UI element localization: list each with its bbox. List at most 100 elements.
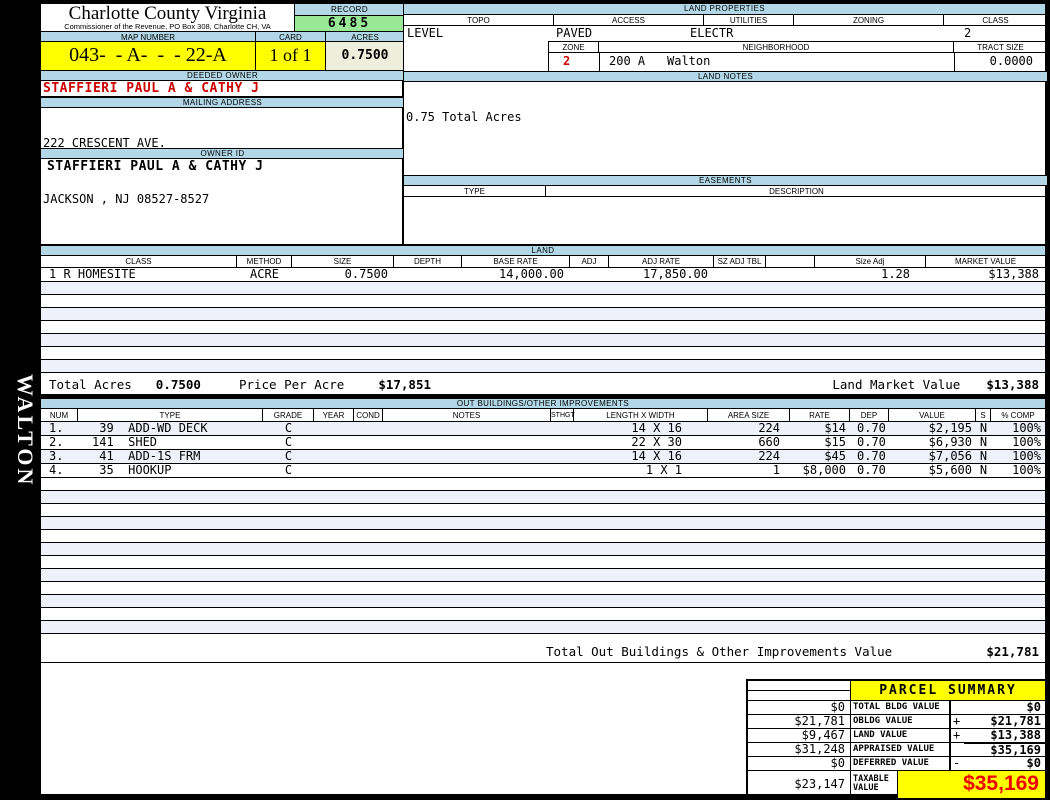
land-notes-title: LAND NOTES bbox=[404, 71, 1047, 82]
land-adj-rate: 17,850.00 bbox=[642, 268, 708, 281]
ob-dep: 0.70 bbox=[857, 421, 886, 435]
utilities-label: UTILITIES bbox=[704, 15, 794, 25]
divider bbox=[599, 53, 600, 72]
ps-value: $0 bbox=[1026, 756, 1041, 770]
col-length-width: LENGTH X WIDTH bbox=[574, 409, 708, 421]
col-size-adj: Size Adj bbox=[815, 256, 926, 267]
parcel-summary-row: $9,467 LAND VALUE + $13,388 bbox=[748, 729, 1045, 743]
zone-label: ZONE bbox=[549, 42, 599, 52]
ob-sthgt bbox=[551, 464, 574, 477]
parcel-summary-row: $0 DEFERRED VALUE - $0 bbox=[748, 757, 1045, 771]
card-label: CARD bbox=[256, 32, 326, 42]
ps-value: $35,169 bbox=[964, 743, 1045, 757]
map-header-row: MAP NUMBER CARD ACRES bbox=[41, 31, 404, 42]
ps-prior: $31,248 bbox=[748, 743, 851, 756]
ob-s-flag: N bbox=[979, 463, 988, 477]
outbuilding-row: 1. 39 ADD-WD DECK C 14 X 16 224 $14 0.70 $2,19… bbox=[41, 422, 1045, 436]
ps-label: APPRAISED VALUE bbox=[851, 743, 951, 756]
topo-value: LEVEL bbox=[407, 26, 444, 40]
ob-dep: 0.70 bbox=[857, 463, 886, 477]
land-data-row: 1 R HOMESITE ACRE 0.7500 14,000.00 17,85… bbox=[41, 268, 1045, 282]
ob-dims: 14 X 16 bbox=[631, 421, 682, 435]
easement-type-label: TYPE bbox=[404, 186, 546, 196]
ob-rate: $15 bbox=[824, 435, 846, 449]
ob-year bbox=[314, 450, 354, 463]
ob-sthgt bbox=[551, 450, 574, 463]
col-year: YEAR bbox=[314, 409, 354, 421]
land-notes-area: 0.75 Total Acres bbox=[404, 82, 1047, 175]
col-adj: ADJ bbox=[570, 256, 609, 267]
tract-size-label: TRACT SIZE bbox=[977, 43, 1024, 52]
ps-prior: $9,467 bbox=[748, 729, 851, 742]
ob-rate: $45 bbox=[824, 449, 846, 463]
ob-s-flag: N bbox=[979, 449, 988, 463]
zone-value: 2 bbox=[563, 54, 571, 68]
ob-type: 41 ADD-1S FRM bbox=[92, 449, 201, 463]
parcel-summary: PARCEL SUMMARY $0 TOTAL BLDG VALUE $0 $21,7… bbox=[746, 679, 1047, 798]
ps-label: DEFERRED VALUE bbox=[851, 757, 951, 770]
land-title: LAND bbox=[41, 246, 1045, 256]
ob-area: 1 bbox=[772, 463, 780, 477]
land-method: ACRE bbox=[250, 268, 279, 281]
owner-id-value: STAFFIERI PAUL A & CATHY J bbox=[47, 159, 264, 174]
ps-op bbox=[951, 743, 964, 756]
ob-year bbox=[314, 422, 354, 435]
access-label: ACCESS bbox=[554, 15, 704, 25]
land-notes-text: 0.75 Total Acres bbox=[406, 110, 522, 124]
outbuilding-row: 2. 141 SHED C 22 X 30 660 $15 0.70 $6,930 N 100% bbox=[41, 436, 1045, 450]
mailing-address-label: MAILING ADDRESS bbox=[41, 97, 404, 108]
taxable-value-row: $23,147 TAXABLE VALUE $35,169 bbox=[748, 771, 1045, 798]
easements-header-row: TYPE DESCRIPTION bbox=[404, 186, 1047, 197]
outbuildings-total-row: Total Out Buildings & Other Improvements… bbox=[41, 641, 1045, 663]
record-label: RECORD bbox=[295, 4, 404, 16]
ob-dep: 0.70 bbox=[857, 435, 886, 449]
ob-value: $7,056 bbox=[928, 449, 972, 463]
topo-label: TOPO bbox=[404, 15, 554, 25]
ps-value: $21,781 bbox=[990, 714, 1041, 728]
land-depth bbox=[394, 268, 462, 281]
ob-grade: C bbox=[284, 463, 293, 477]
deeded-owner-label: DEEDED OWNER bbox=[41, 70, 404, 81]
outbuildings-section: OUT BUILDINGS/OTHER IMPROVEMENTS NUM TYP… bbox=[40, 398, 1047, 798]
county-title: Charlotte County Virginia bbox=[68, 3, 267, 24]
price-per-acre-label: Price Per Acre bbox=[238, 377, 345, 392]
owner-card: Charlotte County Virginia Commissioner o… bbox=[40, 3, 404, 245]
ob-num: 3. bbox=[49, 449, 64, 463]
ob-num: 1. bbox=[49, 421, 64, 435]
parcel-summary-row: $31,248 APPRAISED VALUE $35,169 bbox=[748, 743, 1045, 757]
record-value: 6485 bbox=[295, 16, 404, 31]
card-value: 1 of 1 bbox=[256, 42, 326, 70]
mailing-address-block: 222 CRESCENT AVE. JACKSON , NJ 08527-852… bbox=[41, 108, 404, 206]
ob-comp: 100% bbox=[1012, 435, 1041, 449]
col-notes: NOTES bbox=[383, 409, 551, 421]
col-base-rate: BASE RATE bbox=[462, 256, 570, 267]
land-section: LAND CLASS METHOD SIZE DEPTH BASE RATE A… bbox=[40, 245, 1046, 395]
record-box: RECORD 6485 bbox=[294, 4, 404, 31]
class-label: CLASS bbox=[982, 16, 1009, 25]
ob-year bbox=[314, 436, 354, 449]
ob-comp: 100% bbox=[1012, 421, 1041, 435]
ps-label: OBLDG VALUE bbox=[851, 715, 951, 728]
ob-value: $6,930 bbox=[928, 435, 972, 449]
ps-prior: $0 bbox=[748, 701, 851, 714]
map-number-label: MAP NUMBER bbox=[41, 32, 256, 42]
ps-label: TOTAL BLDG VALUE bbox=[851, 701, 951, 714]
col-s: S bbox=[976, 409, 991, 421]
ob-type: 35 HOOKUP bbox=[92, 463, 172, 477]
map-number-value: 043- - A- - - 22-A bbox=[41, 42, 256, 70]
property-record-card: WALTON Charlotte County Virginia Commiss… bbox=[0, 0, 1050, 800]
class-value: 2 bbox=[964, 26, 972, 40]
neighborhood-value: Walton bbox=[667, 54, 711, 68]
taxable-value: $35,169 bbox=[898, 771, 1045, 798]
access-value: PAVED bbox=[556, 26, 593, 40]
ob-grade: C bbox=[284, 449, 293, 463]
land-sz-adj-tbl bbox=[714, 268, 766, 281]
ob-area: 224 bbox=[758, 421, 780, 435]
ob-dims: 22 X 30 bbox=[631, 435, 682, 449]
parcel-summary-blank-cell bbox=[748, 681, 851, 700]
col-size: SIZE bbox=[292, 256, 394, 267]
ps-value: $13,388 bbox=[990, 728, 1041, 742]
parcel-summary-header: PARCEL SUMMARY bbox=[748, 681, 1045, 701]
land-properties-card: LAND PROPERTIES TOPO ACCESS UTILITIES ZO… bbox=[403, 3, 1047, 245]
ob-rate: $14 bbox=[824, 421, 846, 435]
